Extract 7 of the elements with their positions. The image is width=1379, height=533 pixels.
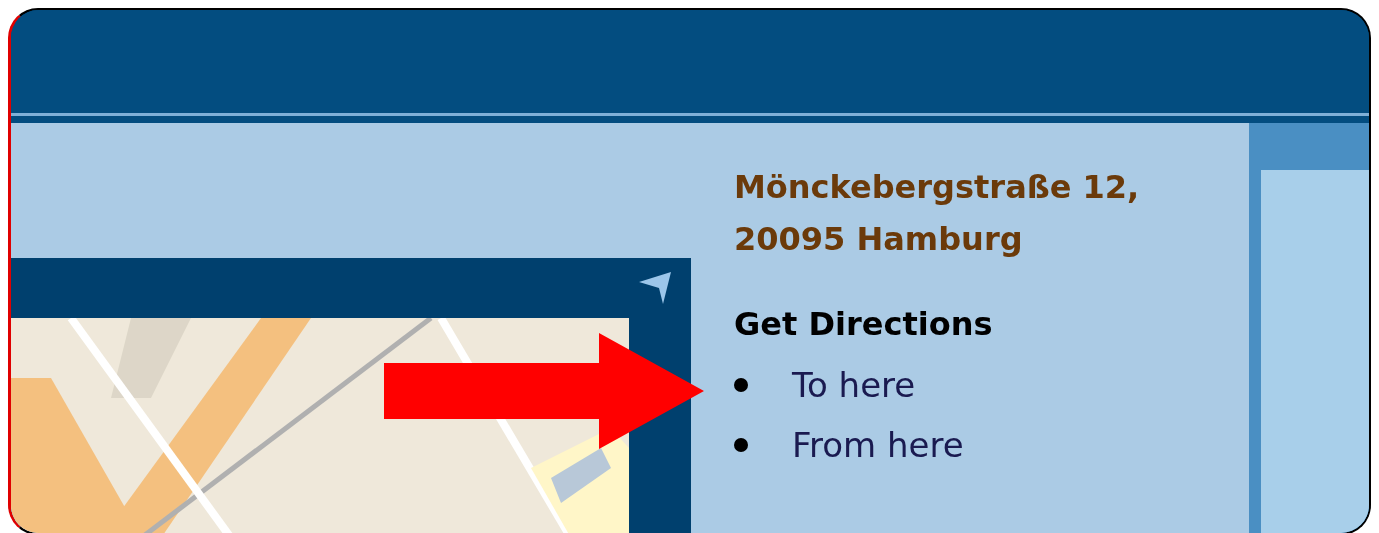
directions-link[interactable]: To here (792, 365, 916, 405)
bullet-icon (734, 438, 748, 452)
directions-link[interactable]: From here (792, 425, 964, 465)
address-title: Mönckebergstraße 12, 20095 Hamburg (734, 167, 1141, 260)
bullet-icon (734, 378, 748, 392)
directions-heading: Get Directions (734, 305, 994, 343)
arrow-icon (384, 333, 704, 449)
